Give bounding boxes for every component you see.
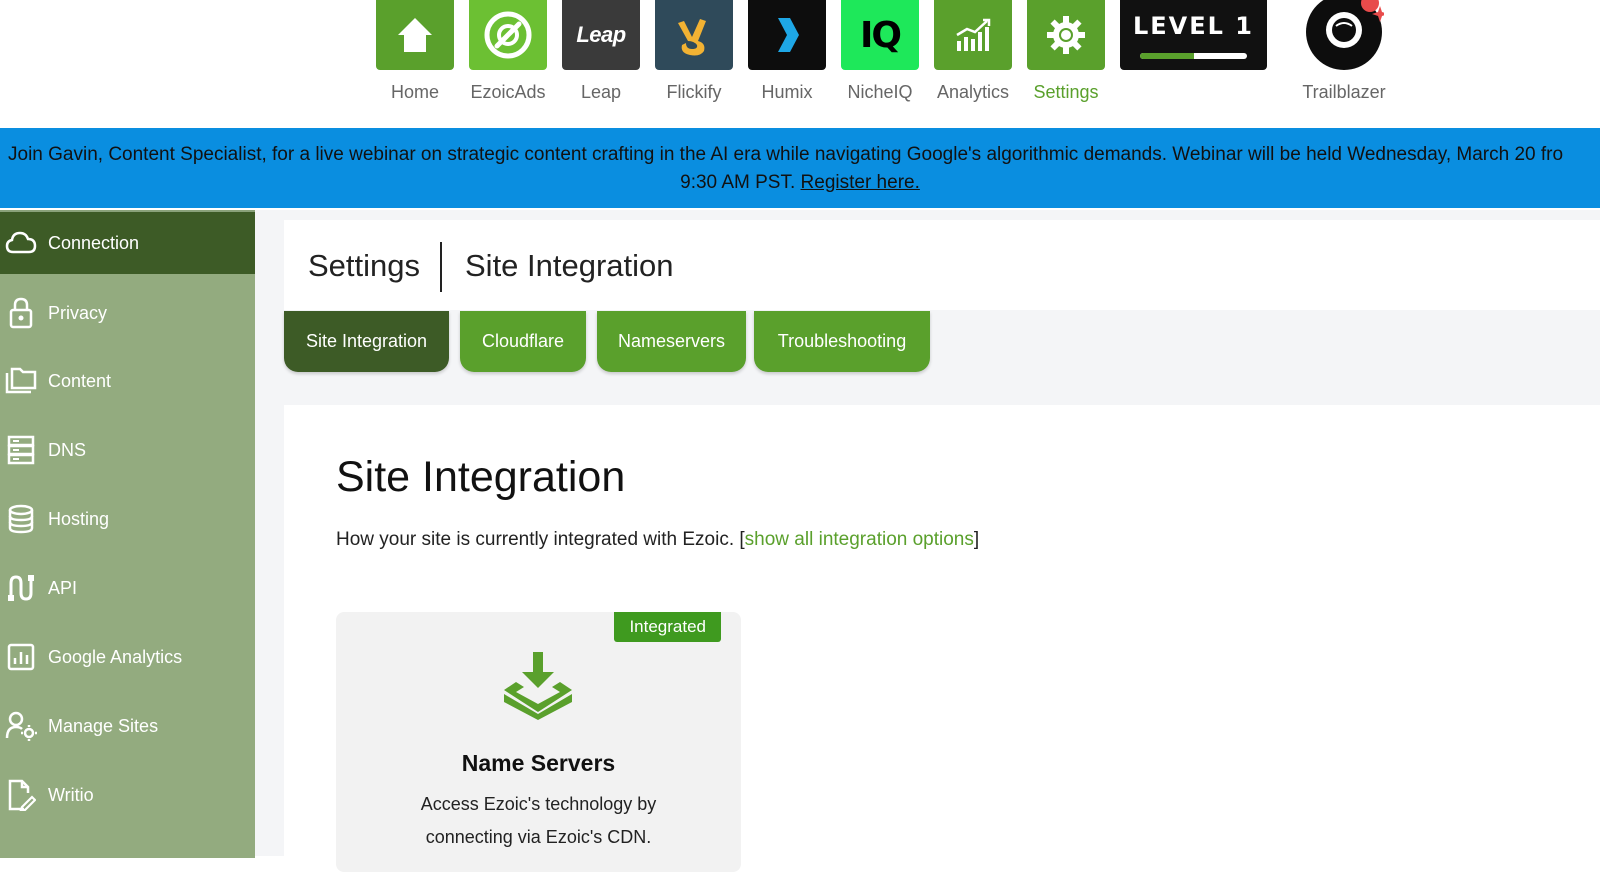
- download-tray-icon: [502, 652, 574, 725]
- sidebar-item-label: Google Analytics: [48, 646, 183, 667]
- app-nicheiq[interactable]: IQ NicheIQ: [840, 0, 920, 103]
- webinar-banner: Join Gavin, Content Specialist, for a li…: [0, 128, 1600, 208]
- banner-text-line2: 9:30 AM PST. Register here.: [0, 169, 1600, 197]
- level-badge[interactable]: LEVEL 1: [1120, 0, 1267, 70]
- nicheiq-logo-text: IQ: [860, 14, 902, 56]
- cloud-icon: [4, 226, 38, 260]
- tab-cloudflare[interactable]: Cloudflare: [460, 311, 586, 372]
- app-flickify[interactable]: Flickify: [654, 0, 734, 103]
- app-humix[interactable]: Humix: [747, 0, 827, 103]
- tab-troubleshooting[interactable]: Troubleshooting: [754, 311, 930, 372]
- level-progress-fill: [1140, 53, 1194, 59]
- app-label: Settings: [1033, 82, 1099, 102]
- app-label: Analytics: [936, 82, 1010, 102]
- app-settings[interactable]: Settings: [1026, 0, 1106, 103]
- sidebar-item-privacy[interactable]: Privacy: [0, 282, 255, 344]
- humix-chevron-icon: [748, 0, 826, 70]
- trailblazer-label: Trailblazer: [1302, 82, 1386, 102]
- card-description-line1: Access Ezoic's technology by: [420, 794, 657, 814]
- app-label: EzoicAds: [470, 82, 546, 102]
- sidebar-item-label: API: [48, 577, 78, 598]
- app-label: NicheIQ: [847, 82, 913, 102]
- tab-site-integration[interactable]: Site Integration: [284, 311, 449, 372]
- banner-time: 9:30 AM PST.: [680, 172, 796, 193]
- name-servers-card[interactable]: Integrated Name Servers Access Ezoic's t…: [336, 612, 741, 872]
- level-text: LEVEL 1: [1132, 12, 1254, 40]
- sidebar-item-hosting[interactable]: Hosting: [0, 488, 255, 550]
- tab-nameservers[interactable]: Nameservers: [597, 311, 746, 372]
- sidebar-item-dns[interactable]: DNS: [0, 419, 255, 481]
- app-label: Home: [390, 82, 439, 102]
- settings-sidebar: Connection Privacy Content DNS Hosting A…: [0, 210, 257, 858]
- server-icon: [4, 433, 38, 467]
- trailblazer-profile[interactable]: Trailblazer: [1279, 0, 1409, 103]
- app-ezoicads[interactable]: EzoicAds: [468, 0, 548, 103]
- sidebar-item-writio[interactable]: Writio: [0, 764, 255, 826]
- lock-icon: [4, 296, 38, 330]
- sidebar-item-label: Content: [48, 370, 112, 391]
- app-label: Leap: [580, 82, 622, 102]
- breadcrumb-settings[interactable]: Settings: [308, 248, 420, 284]
- sidebar-item-label: Connection: [48, 232, 140, 253]
- user-gear-icon: [4, 709, 38, 743]
- leap-logo-text: Leap: [576, 22, 626, 47]
- sidebar-item-label: Privacy: [48, 302, 108, 323]
- app-home[interactable]: Home: [375, 0, 455, 103]
- show-all-integration-options-link[interactable]: show all integration options: [745, 529, 974, 550]
- astronaut-avatar-icon: [1304, 0, 1388, 70]
- register-link[interactable]: Register here.: [801, 172, 920, 193]
- banner-text-line1: Join Gavin, Content Specialist, for a li…: [8, 144, 1564, 165]
- sidebar-item-label: Hosting: [48, 508, 110, 529]
- api-icon: [4, 571, 38, 605]
- sidebar-item-label: DNS: [48, 439, 87, 460]
- app-label: Flickify: [666, 82, 722, 102]
- breadcrumb-site-integration: Site Integration: [465, 248, 674, 283]
- main-content: Settings Site Integration Site Integrati…: [255, 210, 1600, 872]
- integration-description: How your site is currently integrated wi…: [336, 529, 979, 551]
- flickify-icon: [655, 0, 733, 70]
- sidebar-item-content[interactable]: Content: [0, 350, 255, 412]
- app-label: Humix: [761, 82, 813, 102]
- sidebar-item-google-analytics[interactable]: Google Analytics: [0, 626, 255, 688]
- sidebar-item-manage-sites[interactable]: Manage Sites: [0, 695, 255, 757]
- page-title: Site Integration: [336, 453, 626, 501]
- breadcrumb-divider: [440, 242, 442, 292]
- analytics-chart-icon: [934, 0, 1012, 70]
- description-text: How your site is currently integrated wi…: [336, 529, 735, 550]
- breadcrumb: Settings Site Integration: [284, 220, 1600, 310]
- nicheiq-logo: IQ: [841, 0, 919, 70]
- house-icon: [376, 0, 454, 70]
- bracket-close: ]: [973, 529, 980, 550]
- sidebar-item-connection[interactable]: Connection: [0, 212, 257, 274]
- sidebar-item-api[interactable]: API: [0, 557, 255, 619]
- level-progress-bar: [1140, 53, 1247, 59]
- top-app-bar: Home EzoicAds Leap Leap Flickify Humix I…: [0, 0, 1600, 128]
- card-title: Name Servers: [461, 750, 616, 776]
- ezoicads-icon: [469, 0, 547, 70]
- card-description-line2: connecting via Ezoic's CDN.: [425, 827, 652, 847]
- leap-logo: Leap: [562, 0, 640, 70]
- card-description: Access Ezoic's technology by connecting …: [376, 788, 701, 854]
- sidebar-item-label: Manage Sites: [48, 715, 159, 736]
- gear-icon: [1027, 0, 1105, 70]
- chart-box-icon: [4, 640, 38, 674]
- integrated-badge: Integrated: [614, 612, 721, 642]
- folders-icon: [4, 364, 38, 398]
- sidebar-item-label: Writio: [48, 784, 94, 805]
- document-edit-icon: [4, 778, 38, 812]
- app-leap[interactable]: Leap Leap: [561, 0, 641, 103]
- site-integration-panel: Site Integration How your site is curren…: [284, 405, 1600, 872]
- database-icon: [4, 502, 38, 536]
- app-analytics[interactable]: Analytics: [933, 0, 1013, 103]
